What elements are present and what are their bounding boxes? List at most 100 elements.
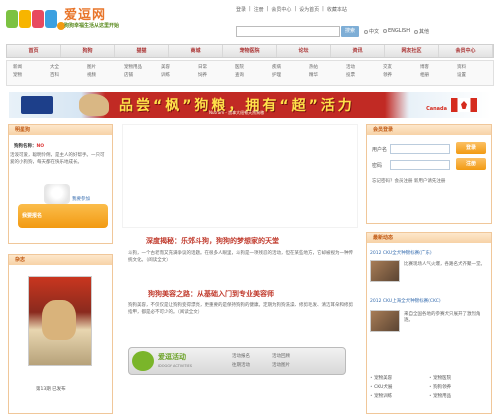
news-thumbnail[interactable] — [370, 260, 400, 282]
main-nav: 首页 狗狗 猫猫 商城 宠物医院 论坛 资讯 网友社区 会员中心 — [6, 44, 494, 58]
sub-nav: 新闻 宠物 大全 百科 图片 视频 宠物用品 店铺 美容 训练 日常 饲养 医院 查询 疾病护… — [6, 60, 494, 86]
activity-link[interactable]: 活动图片 — [272, 361, 312, 370]
nav-item-forum[interactable]: 论坛 — [277, 45, 331, 57]
subnav-link[interactable]: 训练 — [161, 72, 195, 80]
subnav-link[interactable]: 美容 — [161, 64, 195, 72]
subnav-link[interactable]: 投票 — [346, 72, 380, 80]
subnav-link[interactable]: 饲养 — [198, 72, 232, 80]
article-title[interactable]: 深度揭秘：乐郊斗狗，狗狗的梦想家的天堂 — [146, 236, 279, 246]
nav-item-dogs[interactable]: 狗狗 — [61, 45, 115, 57]
search-language-options: 中文 ENGLISH 其他 — [364, 28, 429, 35]
star-pet-photo[interactable] — [44, 184, 70, 204]
featured-slideshow[interactable] — [122, 124, 358, 228]
quick-link[interactable]: 宠物美容 — [370, 374, 429, 383]
subnav-link[interactable]: 相册 — [420, 72, 454, 80]
register-button[interactable]: 注册 — [456, 158, 486, 170]
subnav-link[interactable]: 活动 — [346, 64, 380, 72]
subnav-link[interactable]: 日常 — [198, 64, 232, 72]
username-input[interactable] — [390, 144, 450, 154]
nav-item-shop[interactable]: 商城 — [169, 45, 223, 57]
magazine-caption[interactable]: 第13期 已发布 — [36, 386, 66, 392]
quick-links: 宠物美容 宠物医院 CKU犬展 狗狗领养 宠物训练 宠物用品 — [370, 374, 488, 401]
subnav-link[interactable]: 疾病 — [272, 64, 306, 72]
site-logo-icon[interactable] — [6, 6, 66, 32]
top-link-favorite[interactable]: 收藏本站 — [327, 6, 347, 13]
subnav-col: 新闻 宠物 — [13, 64, 47, 80]
quick-link[interactable]: CKU犬展 — [370, 383, 429, 392]
quick-link[interactable]: 宠物训练 — [370, 392, 429, 401]
activity-link[interactable]: 活动报名 — [232, 352, 272, 361]
subnav-col: 活动 投票 — [346, 64, 380, 80]
subnav-link[interactable]: 交友 — [383, 64, 417, 72]
subnav-link[interactable]: 精华 — [309, 72, 343, 80]
site-title: 爱逗网 — [64, 8, 107, 23]
subnav-link[interactable]: 博客 — [420, 64, 454, 72]
login-box-title: 会员登录 — [367, 125, 491, 135]
search-option-other[interactable]: 其他 — [413, 28, 429, 35]
star-dog-join-link[interactable]: 我要参加 — [72, 196, 90, 202]
username-label: 用户名 — [372, 147, 388, 153]
nav-item-news[interactable]: 资讯 — [331, 45, 385, 57]
subnav-link[interactable]: 店铺 — [124, 72, 158, 80]
member-login-box: 会员登录 — [366, 124, 492, 224]
subnav-link[interactable]: 医院 — [235, 64, 269, 72]
dog-image — [79, 94, 109, 116]
subnav-link[interactable]: 护理 — [272, 72, 306, 80]
login-help-links[interactable]: 忘记密码？会员注册 新用户请先注册 — [372, 178, 488, 184]
top-link-homepage[interactable]: 设为首页 — [299, 6, 319, 13]
news-summary: 来自全国各地的参赛犬只展开了激烈角逐。 — [404, 312, 481, 323]
subnav-link[interactable]: 宠物 — [13, 72, 47, 80]
magazine-dog-image — [42, 300, 76, 340]
subnav-link[interactable]: 图片 — [87, 64, 121, 72]
login-button[interactable]: 登录 — [456, 142, 486, 154]
search-option-cn[interactable]: 中文 — [364, 28, 379, 35]
magazine-title: 杂志 — [9, 255, 112, 265]
nav-item-hospital[interactable]: 宠物医院 — [223, 45, 277, 57]
activity-title[interactable]: 爱逗活动 — [158, 352, 186, 362]
subnav-link[interactable]: 热帖 — [309, 64, 343, 72]
article-title[interactable]: 狗狗美容之路：从基础入门到专业美容师 — [148, 289, 274, 299]
activity-links: 活动报名 活动回顾 往期活动 活动图片 — [232, 352, 312, 370]
article-summary: 斗狗，一个古老而又充满争议的话题。在很多人眼里，斗狗是一项残忍的活动，但在某些地… — [128, 251, 353, 263]
subnav-link[interactable]: 大全 — [50, 64, 84, 72]
search-button[interactable]: 搜索 — [341, 26, 359, 37]
subnav-col: 医院 查询 — [235, 64, 269, 80]
top-links: 登录 | 注册 | 会员中心 | 设为首页 | 收藏本站 — [236, 6, 347, 13]
subnav-link[interactable]: 领养 — [383, 72, 417, 80]
quick-link[interactable]: 宠物用品 — [429, 392, 488, 401]
top-link-member[interactable]: 会员中心 — [271, 6, 291, 13]
subnav-link[interactable]: 新闻 — [13, 64, 47, 72]
subnav-col: 交友 领养 — [383, 64, 417, 80]
nav-item-cats[interactable]: 猫猫 — [115, 45, 169, 57]
nav-item-member[interactable]: 会员中心 — [439, 45, 493, 57]
dog-food-bag-image — [21, 96, 53, 114]
subnav-link[interactable]: 百科 — [50, 72, 84, 80]
password-input[interactable] — [390, 160, 450, 170]
subnav-link[interactable]: 宠物用品 — [124, 64, 158, 72]
search-input[interactable] — [236, 26, 340, 37]
subnav-link[interactable]: 视频 — [87, 72, 121, 80]
news-thumbnail[interactable] — [370, 310, 400, 332]
nav-item-home[interactable]: 首页 — [7, 45, 61, 57]
news-headline[interactable]: 2012 CKU全犬种锦标赛(广东) — [370, 250, 432, 256]
subnav-link[interactable]: 设置 — [457, 72, 491, 80]
subnav-col: 美容 训练 — [161, 64, 195, 80]
nav-item-community[interactable]: 网友社区 — [385, 45, 439, 57]
activity-link[interactable]: 活动回顾 — [272, 352, 312, 361]
subnav-link[interactable]: 资料 — [457, 64, 491, 72]
quick-link[interactable]: 狗狗领养 — [429, 383, 488, 392]
subnav-col: 宠物用品 店铺 — [124, 64, 158, 80]
dog-food-banner[interactable]: 品尝“枫”狗粮，拥有“超”活力 Nutram - 加拿大纽顿天然狗粮 Canad… — [9, 92, 491, 118]
top-link-login[interactable]: 登录 — [236, 6, 246, 13]
password-label: 密码 — [372, 163, 383, 169]
news-headline[interactable]: 2012 CKU上海全犬种锦标赛(CKC) — [370, 298, 441, 304]
subnav-col: 大全 百科 — [50, 64, 84, 80]
star-dog-name: 狗狗名称：NO — [14, 144, 45, 149]
top-link-register[interactable]: 注册 — [254, 6, 264, 13]
activity-subtitle: IDOGGY ACTIVITIES — [158, 364, 192, 368]
subnav-link[interactable]: 查询 — [235, 72, 269, 80]
banner-brand: Canada — [426, 106, 447, 112]
quick-link[interactable]: 宠物医院 — [429, 374, 488, 383]
activity-link[interactable]: 往期活动 — [232, 361, 272, 370]
search-option-en[interactable]: ENGLISH — [383, 28, 410, 35]
